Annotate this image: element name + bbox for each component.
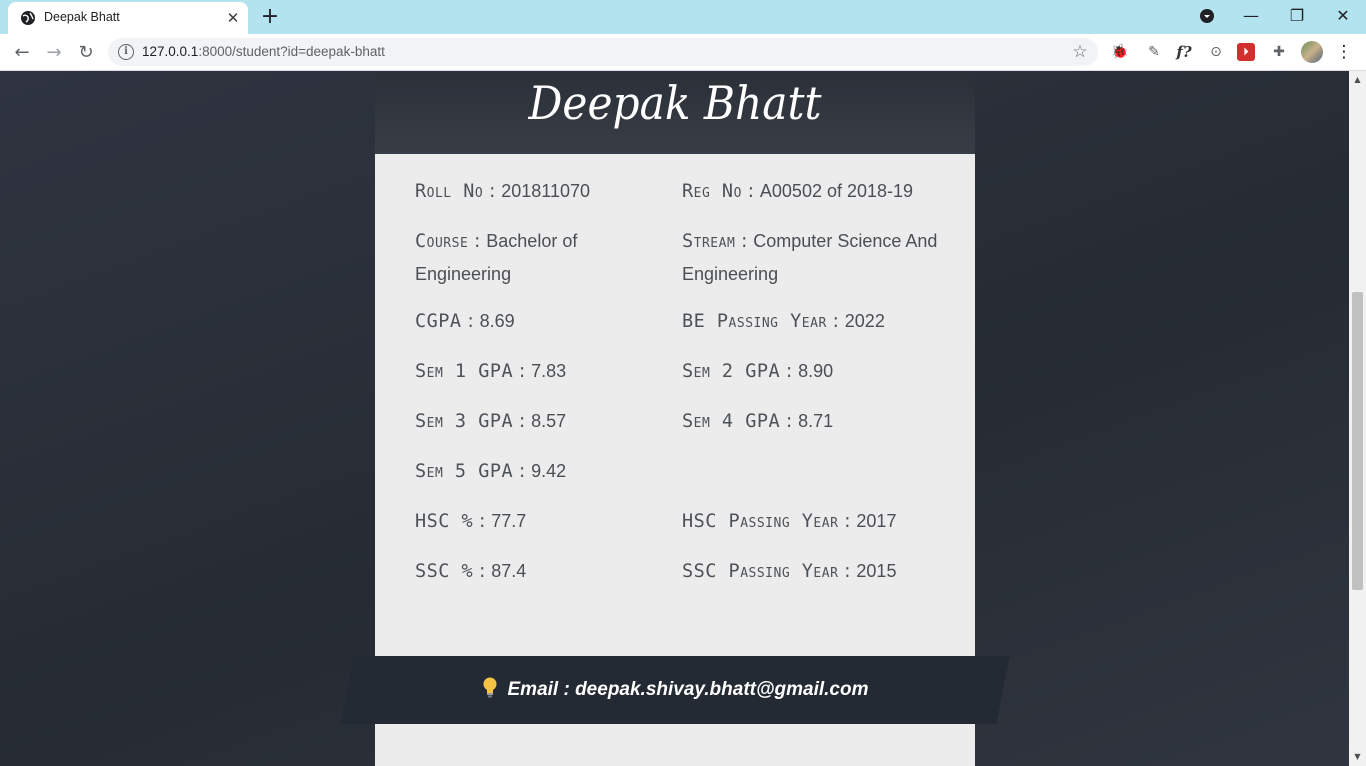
- field-separator: :: [838, 511, 857, 532]
- restore-icon[interactable]: ❐: [1283, 4, 1311, 28]
- field-value: 77.7: [491, 511, 527, 531]
- lightbulb-icon: [483, 677, 496, 698]
- field-separator: :: [826, 311, 845, 332]
- eyedropper-extension-icon[interactable]: ✎: [1143, 41, 1165, 63]
- field-label: SSC Passing Year: [682, 561, 839, 582]
- field-label: Stream: [682, 231, 736, 252]
- field-value: 9.42: [531, 461, 567, 481]
- field-label: Sem 4 GPA: [682, 411, 781, 432]
- stream-field: Stream : Computer Science And Engineerin…: [682, 225, 942, 291]
- roll-no-field: Roll No : 201811070: [415, 175, 645, 208]
- site-info-icon[interactable]: i: [118, 44, 134, 60]
- sem4-gpa-field: Sem 4 GPA : 8.71: [682, 405, 942, 438]
- url-path: :8000/student?id=deepak-bhatt: [198, 44, 385, 59]
- bug-extension-icon[interactable]: 🐞: [1109, 41, 1131, 63]
- field-label: Sem 1 GPA: [415, 361, 514, 382]
- field-value: A00502 of 2018-19: [759, 181, 914, 201]
- bookmark-star-icon[interactable]: ☆: [1070, 41, 1090, 63]
- sem1-gpa-field: Sem 1 GPA : 7.83: [415, 355, 645, 388]
- page-viewport: Deepak Bhatt Roll No : 201811070 Reg No …: [0, 71, 1349, 766]
- field-value: 8.71: [798, 411, 834, 431]
- extensions-puzzle-icon[interactable]: ✚: [1268, 41, 1290, 63]
- pdf-extension-icon[interactable]: ⏵: [1237, 43, 1255, 61]
- scroll-thumb[interactable]: [1352, 292, 1363, 590]
- scroll-down-arrow-icon[interactable]: ▼: [1349, 751, 1366, 763]
- field-label: Sem 5 GPA: [415, 461, 514, 482]
- field-separator: :: [461, 311, 480, 332]
- field-value: 87.4: [491, 561, 527, 581]
- field-value: 2017: [856, 511, 897, 531]
- email-line[interactable]: Email : deepak.shivay.bhatt@gmail.com: [375, 656, 975, 724]
- ssc-percent-field: SSC % : 87.4: [415, 555, 645, 588]
- student-card: Deepak Bhatt Roll No : 201811070 Reg No …: [340, 71, 1010, 766]
- globe-icon: [21, 11, 35, 25]
- tab-strip: Deepak Bhatt ✕ + — ❐ ✕: [0, 0, 1366, 34]
- email-text: Email : deepak.shivay.bhatt@gmail.com: [507, 679, 869, 700]
- cgpa-field: CGPA : 8.69: [415, 305, 645, 338]
- browser-toolbar: ← → ↻ i 127.0.0.1:8000/student?id=deepak…: [0, 34, 1366, 71]
- field-separator: :: [780, 361, 799, 382]
- window-close-icon[interactable]: ✕: [1329, 4, 1357, 28]
- field-value: 201811070: [501, 181, 590, 201]
- field-label: Roll No: [415, 181, 484, 202]
- field-separator: :: [513, 461, 532, 482]
- code-extension-icon[interactable]: ⊙: [1205, 41, 1227, 63]
- field-separator: :: [741, 181, 760, 202]
- field-label: HSC Passing Year: [682, 511, 839, 532]
- field-value: 7.83: [531, 361, 567, 381]
- field-value: 8.69: [479, 311, 515, 331]
- more-menu-icon[interactable]: ⋮: [1334, 41, 1354, 63]
- card-header: Deepak Bhatt: [375, 71, 975, 154]
- field-value: 2022: [844, 311, 885, 331]
- field-label: Sem 3 GPA: [415, 411, 514, 432]
- field-separator: :: [838, 561, 857, 582]
- field-value: 2015: [856, 561, 897, 581]
- be-passing-year-field: BE Passing Year : 2022: [682, 305, 942, 338]
- field-separator: :: [473, 511, 492, 532]
- tab-search-icon[interactable]: [1193, 4, 1221, 28]
- field-separator: :: [483, 181, 502, 202]
- field-separator: :: [513, 361, 532, 382]
- field-label: SSC %: [415, 561, 474, 582]
- sem5-gpa-field: Sem 5 GPA : 9.42: [415, 455, 645, 488]
- field-value: 8.57: [531, 411, 567, 431]
- hsc-percent-field: HSC % : 77.7: [415, 505, 645, 538]
- student-name: Deepak Bhatt: [528, 76, 822, 130]
- back-icon[interactable]: ←: [10, 41, 34, 65]
- vertical-scrollbar[interactable]: ▲ ▼: [1349, 71, 1366, 766]
- field-separator: :: [473, 561, 492, 582]
- field-separator: :: [468, 231, 487, 252]
- minimize-icon[interactable]: —: [1237, 4, 1265, 28]
- forward-icon[interactable]: →: [42, 41, 66, 65]
- hsc-passing-year-field: HSC Passing Year : 2017: [682, 505, 942, 538]
- profile-avatar[interactable]: [1301, 41, 1323, 63]
- close-tab-icon[interactable]: ✕: [224, 9, 242, 27]
- course-field: Course : Bachelor of Engineering: [415, 225, 645, 291]
- sem2-gpa-field: Sem 2 GPA : 8.90: [682, 355, 942, 388]
- browser-tab[interactable]: Deepak Bhatt ✕: [8, 2, 248, 34]
- url-host: 127.0.0.1: [142, 44, 199, 59]
- field-separator: :: [735, 231, 754, 252]
- field-value: 8.90: [798, 361, 834, 381]
- field-label: Course: [415, 231, 469, 252]
- field-separator: :: [780, 411, 799, 432]
- field-label: Reg No: [682, 181, 742, 202]
- address-bar[interactable]: i 127.0.0.1:8000/student?id=deepak-bhatt…: [108, 38, 1098, 66]
- ssc-passing-year-field: SSC Passing Year : 2015: [682, 555, 942, 588]
- tab-title: Deepak Bhatt: [44, 10, 120, 24]
- new-tab-icon[interactable]: +: [260, 6, 280, 28]
- field-separator: :: [513, 411, 532, 432]
- reload-icon[interactable]: ↻: [74, 41, 98, 65]
- sem3-gpa-field: Sem 3 GPA : 8.57: [415, 405, 645, 438]
- url-text[interactable]: 127.0.0.1:8000/student?id=deepak-bhatt: [142, 44, 385, 59]
- field-label: CGPA: [415, 311, 462, 332]
- scroll-up-arrow-icon[interactable]: ▲: [1349, 74, 1366, 86]
- reg-no-field: Reg No : A00502 of 2018-19: [682, 175, 942, 208]
- field-label: HSC %: [415, 511, 474, 532]
- field-label: Sem 2 GPA: [682, 361, 781, 382]
- field-label: BE Passing Year: [682, 311, 827, 332]
- font-extension-icon[interactable]: f?: [1173, 41, 1195, 63]
